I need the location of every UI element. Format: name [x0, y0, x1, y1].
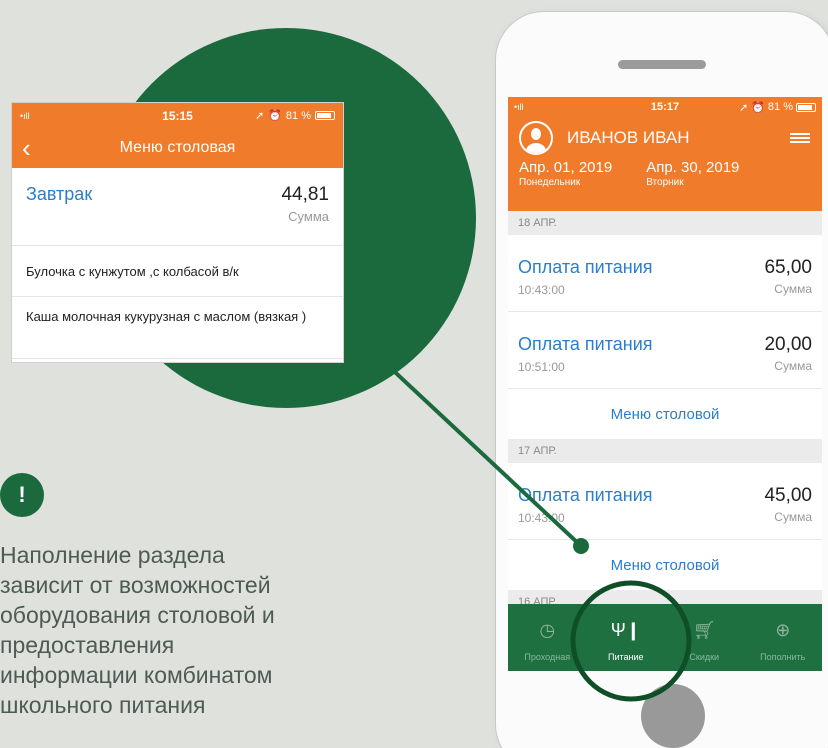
transaction-sum-label: Сумма — [774, 282, 812, 296]
section-header: 18 АПР. — [508, 211, 822, 235]
transaction-amount: 65,00 — [764, 257, 812, 278]
transaction-amount: 45,00 — [764, 485, 812, 506]
transaction-time: 10:43:00 — [518, 283, 565, 297]
transaction-amount: 20,00 — [764, 334, 812, 355]
phone-speaker — [618, 60, 706, 69]
transaction-time: 10:51:00 — [518, 360, 565, 374]
meal-sum-label: Сумма — [288, 209, 329, 224]
popup-title: Меню столовая — [119, 139, 236, 156]
section-header: 17 АПР. — [508, 439, 822, 463]
popup-status-bar: •ıll 15:15 ➚ ⏰ 81 % — [12, 103, 343, 128]
tab-checkpoint[interactable]: ◷ Проходная — [508, 604, 587, 671]
transaction-row[interactable]: Оплата питания 10:51:00 20,00 Сумма — [508, 312, 822, 389]
tab-discounts[interactable]: 🛒︎ Скидки — [665, 604, 744, 671]
popup-nav-bar: ‹ Меню столовая — [12, 128, 343, 168]
tab-food[interactable]: Ψ❙ Питание — [587, 604, 666, 671]
status-bar: •ıll 15:17 ➚ ⏰ 81 % — [508, 97, 822, 117]
battery-icon — [315, 111, 335, 120]
location-plus-icon: ⊕ — [775, 620, 791, 640]
app-header: •ıll 15:17 ➚ ⏰ 81 % ИВАНОВ ИВАН Апр. 01,… — [508, 97, 822, 211]
cart-icon: 🛒︎ — [692, 620, 716, 640]
tab-bar: ◷ Проходная Ψ❙ Питание 🛒︎ Скидки ⊕ Попол… — [508, 604, 822, 671]
clock-icon: ◷ — [539, 620, 556, 640]
date-start[interactable]: Апр. 01, 2019 Понедельник — [519, 159, 612, 188]
date-range: Апр. 01, 2019 Понедельник Апр. 30, 2019 … — [508, 159, 822, 188]
status-time: 15:17 — [650, 101, 680, 113]
user-name: ИВАНОВ ИВАН — [567, 128, 690, 147]
transaction-title: Оплата питания — [518, 485, 653, 505]
transaction-sum-label: Сумма — [774, 510, 812, 524]
transaction-time: 10:43:00 — [518, 511, 565, 525]
transaction-title: Оплата питания — [518, 334, 653, 354]
meal-name: Завтрак — [26, 184, 93, 204]
status-time: 15:15 — [162, 108, 193, 123]
phone-screen: •ıll 15:17 ➚ ⏰ 81 % ИВАНОВ ИВАН Апр. 01,… — [508, 97, 822, 671]
transaction-title: Оплата питания — [518, 257, 653, 277]
transaction-sum-label: Сумма — [774, 359, 812, 373]
tab-top-up[interactable]: ⊕ Пополнить — [744, 604, 823, 671]
note-text: Наполнение раздела зависит от возможност… — [0, 542, 275, 718]
exclamation-icon: ! — [0, 473, 44, 517]
transaction-row[interactable]: Оплата питания 10:43:00 65,00 Сумма — [508, 235, 822, 312]
canteen-menu-link[interactable]: Меню столовой — [508, 389, 822, 439]
menu-popup-card: •ıll 15:15 ➚ ⏰ 81 % ‹ Меню столовая Завт… — [12, 103, 343, 362]
menu-item: Булочка с кунжутом ,с колбасой в/к — [12, 246, 343, 297]
meal-header: Завтрак 44,81 Сумма — [12, 168, 343, 246]
transaction-row[interactable]: Оплата питания 10:43:00 45,00 Сумма — [508, 463, 822, 540]
meal-amount: 44,81 — [281, 184, 329, 205]
avatar[interactable] — [519, 121, 553, 155]
fork-knife-icon: Ψ❙ — [610, 620, 641, 640]
phone-home-button[interactable] — [641, 684, 705, 748]
user-row: ИВАНОВ ИВАН — [508, 117, 822, 159]
battery-icon — [796, 102, 816, 112]
canteen-menu-link[interactable]: Меню столовой — [508, 540, 822, 590]
menu-icon[interactable] — [790, 133, 810, 143]
menu-item: Каша молочная кукурузная с маслом (вязка… — [12, 297, 343, 359]
date-end[interactable]: Апр. 30, 2019 Вторник — [646, 159, 739, 188]
